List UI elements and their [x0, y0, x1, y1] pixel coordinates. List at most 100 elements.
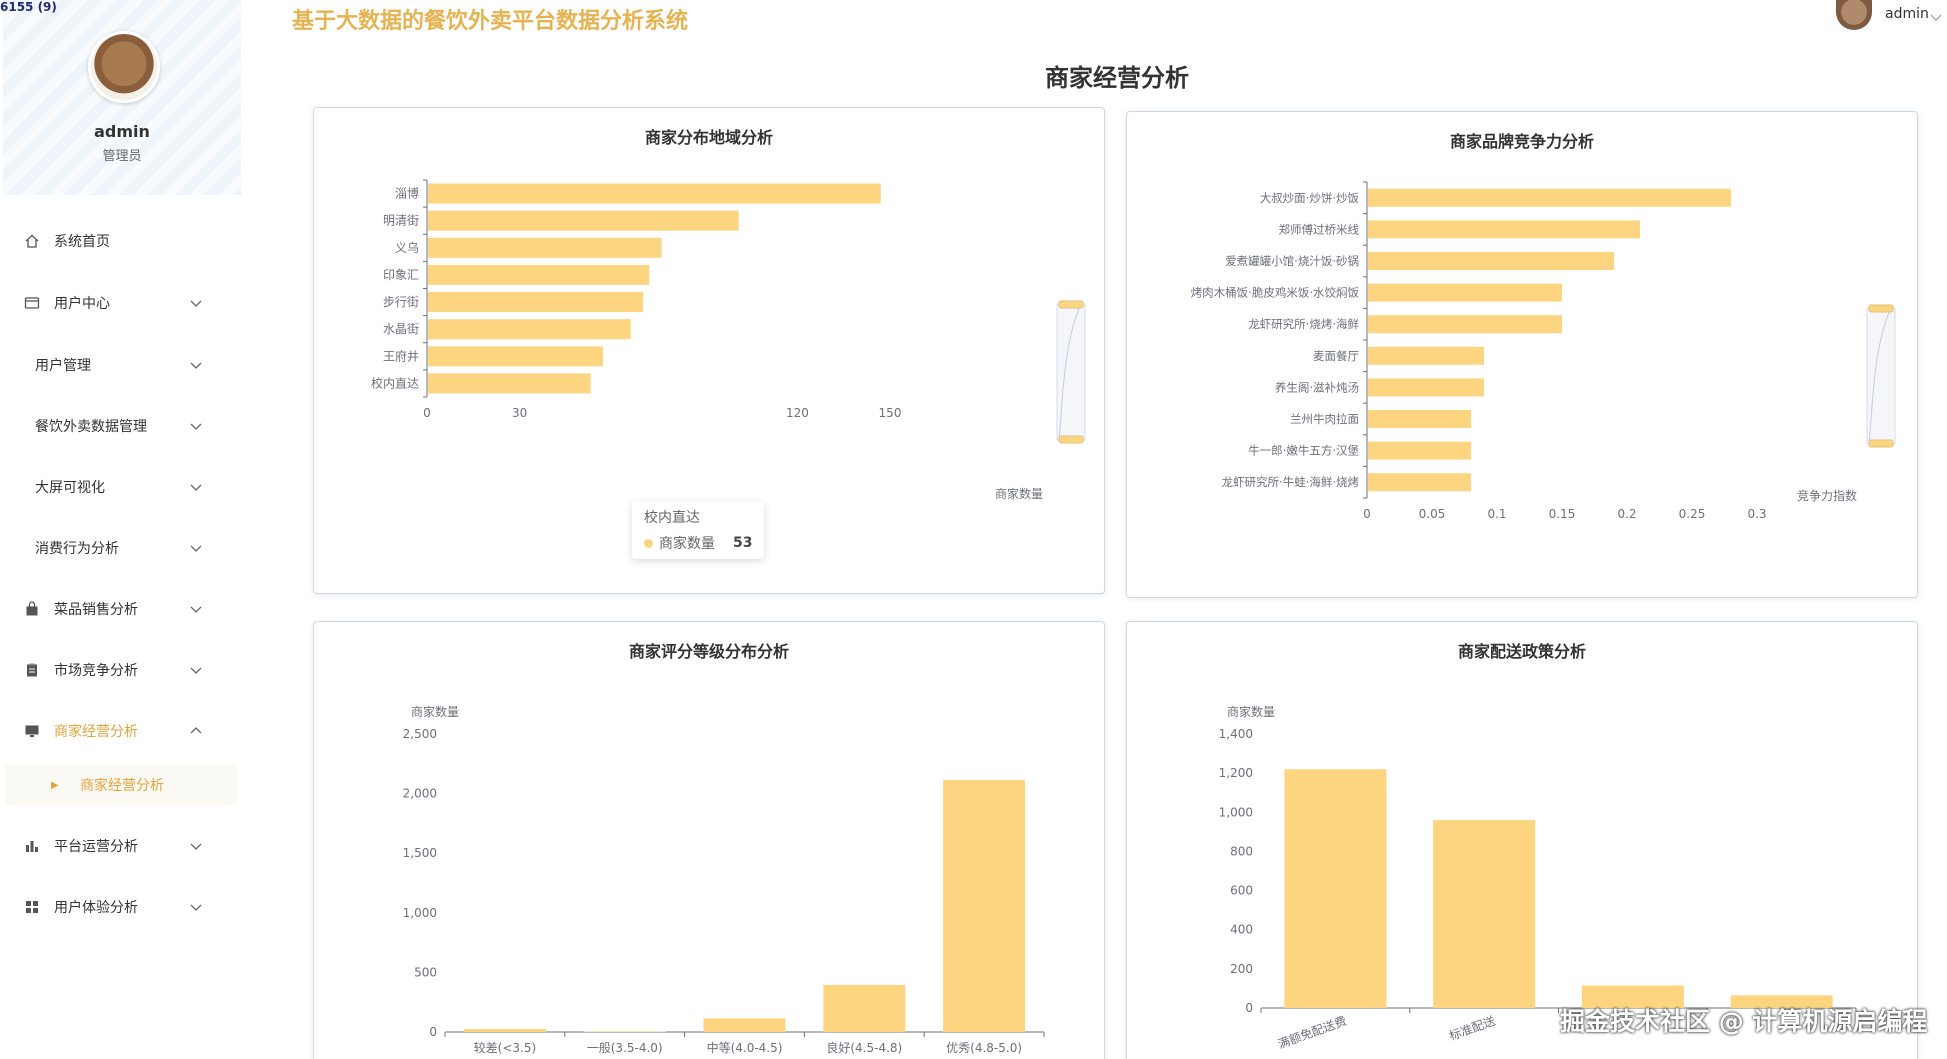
sidebar-item-user-management[interactable]: 用户管理	[0, 345, 243, 385]
chevron-down-icon	[190, 481, 202, 493]
chart-brand-competitiveness: 大叔炒面·炒饼·炒饭郑师傅过桥米线爱煮罐罐小馆·烧汁饭·砂锅烤肉木桶饭·脆皮鸡米…	[1191, 181, 1896, 521]
x-tick-label: 良好(4.5-4.8)	[826, 1040, 902, 1055]
x-tick-label: 标准配送	[1447, 1013, 1497, 1044]
series-dot	[644, 538, 653, 548]
clipboard-icon	[24, 662, 40, 678]
chevron-down-icon	[190, 297, 202, 309]
y-tick-label: 牛一郎·嫩牛五方·汉堡	[1248, 444, 1359, 458]
x-tick-label: 30	[512, 406, 527, 420]
profile-name: admin	[94, 122, 150, 141]
bar	[428, 264, 650, 285]
bar	[823, 984, 906, 1032]
bar-chart-icon	[24, 838, 40, 854]
chart-card-rating-distribution: 0 500 1,000 1,500 2,000 2,500 商家数量 较差(<3.5) 一般(3…	[313, 621, 1105, 1059]
y-tick-label: 水晶街	[383, 322, 419, 336]
y-tick-label: 600	[1230, 884, 1253, 898]
sidebar-item-user-experience[interactable]: 用户体验分析	[0, 887, 243, 927]
x-tick-label: 0.25	[1679, 507, 1706, 521]
chevron-up-icon	[190, 725, 202, 737]
y-tick-label: 兰州牛肉拉面	[1290, 412, 1359, 426]
y-tick-label: 200	[1230, 962, 1253, 976]
x-tick-label: 满额免配送费	[1276, 1013, 1349, 1052]
x-tick-label: 0.15	[1549, 507, 1576, 521]
sidebar-item-food-data-management[interactable]: 餐饮外卖数据管理	[0, 406, 243, 446]
sidebar-item-merchant-operation[interactable]: 商家经营分析	[0, 711, 243, 751]
sidebar-item-platform-operation[interactable]: 平台运营分析	[0, 826, 243, 866]
tooltip-series: 商家数量	[659, 536, 715, 552]
chart-title: 商家评分等级分布分析	[628, 642, 789, 661]
bar	[1368, 220, 1640, 239]
chart-title: 商家品牌竞争力分析	[1449, 132, 1594, 151]
sidebar-item-big-screen[interactable]: 大屏可视化	[0, 467, 243, 507]
chevron-down-icon[interactable]	[1930, 8, 1942, 21]
chevron-down-icon	[190, 664, 202, 676]
x-tick-label: 0.2	[1617, 507, 1636, 521]
chart-card-delivery-policy: 0 200 400 600 800 1,000 1,200 1,400 商家数量 满额免配送费 标准…	[1126, 621, 1918, 1059]
sidebar-item-market-competition[interactable]: 市场竞争分析	[0, 650, 243, 690]
bar	[1368, 441, 1471, 460]
bar	[583, 1031, 666, 1032]
avatar[interactable]	[88, 31, 160, 103]
chevron-down-icon	[190, 359, 202, 371]
page-title: 商家经营分析	[1045, 64, 1189, 92]
sidebar-item-home[interactable]: 系统首页	[0, 221, 243, 261]
caret-right-icon: ▶	[51, 779, 59, 791]
chart-title: 商家分布地域分析	[644, 128, 773, 147]
user-menu-name[interactable]: admin	[1885, 6, 1929, 22]
bar	[428, 346, 603, 367]
sidebar-item-label: 市场竞争分析	[54, 663, 138, 679]
sidebar-item-consumer-behavior[interactable]: 消费行为分析	[0, 528, 243, 568]
bar	[1433, 820, 1536, 1008]
bar	[943, 779, 1026, 1032]
y-tick-label: 义乌	[395, 240, 419, 255]
y-tick-label: 烤肉木桶饭·脆皮鸡米饭·水饺焖饭	[1191, 286, 1360, 300]
y-tick-label: 0	[429, 1025, 437, 1039]
y-tick-label: 明清街	[383, 214, 419, 228]
y-tick-label: 郑师傅过桥米线	[1279, 222, 1360, 236]
y-tick-label: 印象汇	[383, 268, 419, 282]
bag-icon	[24, 601, 40, 617]
sidebar-item-label: 用户中心	[54, 296, 110, 312]
sidebar-item-label: 大屏可视化	[35, 480, 105, 496]
bar	[1368, 315, 1562, 334]
sidebar-item-label: 系统首页	[54, 234, 110, 250]
y-tick-label: 龙虾研究所·牛蛙·海鲜·烧烤	[1222, 475, 1360, 489]
x-tick-label: 一般(3.5-4.0)	[587, 1040, 663, 1055]
bar	[1368, 346, 1484, 365]
overlay-annotation: 6155 (9)	[0, 0, 57, 14]
system-title: 基于大数据的餐饮外卖平台数据分析系统	[292, 9, 689, 34]
sidebar-item-user-center[interactable]: 用户中心	[0, 283, 243, 323]
chevron-down-icon	[190, 542, 202, 554]
sidebar: admin 管理员 6155 (9) 系统首页 用户中心 用户管理 餐饮外卖数据…	[0, 0, 243, 1059]
bar	[463, 1029, 546, 1032]
sidebar-subitem-merchant-operation[interactable]: ▶ 商家经营分析	[5, 765, 237, 805]
sidebar-item-label: 菜品销售分析	[54, 602, 138, 618]
y-tick-label: 养生阁·滋补炖汤	[1275, 380, 1359, 394]
chart-tooltip: 校内直达 商家数量 53	[632, 501, 765, 559]
profile-panel: admin 管理员	[3, 0, 241, 195]
y-tick-label: 爱煮罐罐小馆·烧汁饭·砂锅	[1225, 254, 1359, 268]
bar	[1368, 378, 1484, 397]
x-tick-label: 中等(4.0-4.5)	[707, 1040, 783, 1055]
x-axis-name: 竞争力指数	[1797, 488, 1857, 503]
chart-card-brand-competitiveness: 大叔炒面·炒饼·炒饭郑师傅过桥米线爱煮罐罐小馆·烧汁饭·砂锅烤肉木桶饭·脆皮鸡米…	[1126, 111, 1918, 598]
chevron-down-icon	[190, 420, 202, 432]
sidebar-item-label: 消费行为分析	[35, 541, 119, 557]
sidebar-item-label: 用户管理	[35, 358, 91, 374]
y-axis-name: 商家数量	[1227, 704, 1275, 719]
y-tick-label: 500	[414, 965, 437, 979]
y-tick-label: 步行街	[383, 295, 419, 309]
id-card-icon	[24, 295, 40, 311]
y-tick-label: 800	[1230, 844, 1253, 858]
user-avatar[interactable]	[1836, 0, 1872, 30]
bar	[428, 237, 662, 258]
y-tick-label: 1,000	[1219, 805, 1253, 819]
y-tick-label: 王府井	[383, 348, 419, 363]
x-tick-label: 0.1	[1487, 507, 1506, 521]
y-tick-label: 1,400	[1219, 727, 1253, 741]
home-icon	[24, 233, 40, 249]
sidebar-item-label: 商家经营分析	[54, 724, 138, 740]
x-tick-label: 0	[423, 406, 431, 420]
sidebar-item-dish-sales[interactable]: 菜品销售分析	[0, 589, 243, 629]
y-tick-label: 大叔炒面·炒饼·炒饭	[1260, 191, 1360, 205]
